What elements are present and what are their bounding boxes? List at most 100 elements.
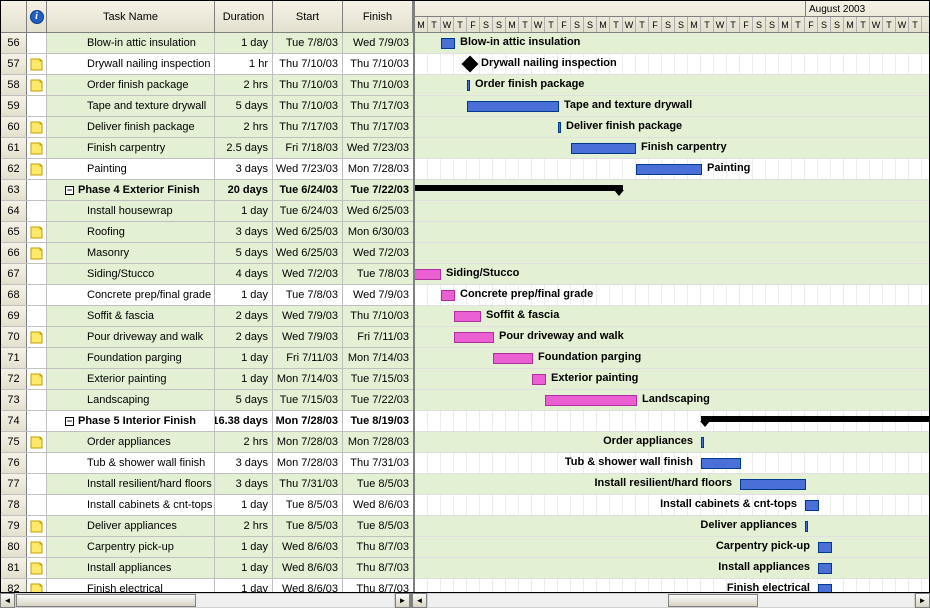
note-cell[interactable] (27, 558, 47, 578)
note-cell[interactable] (27, 432, 47, 452)
gantt-row[interactable]: Finish electrical (415, 579, 929, 592)
table-row[interactable]: 74−Phase 5 Interior Finish16.38 daysMon … (1, 411, 413, 432)
task-name-cell[interactable]: Install appliances (47, 558, 215, 578)
cell-start[interactable]: Tue 7/8/03 (273, 33, 343, 53)
task-name-cell[interactable]: Foundation parging (47, 348, 215, 368)
cell-start[interactable]: Fri 7/18/03 (273, 138, 343, 158)
gantt-row[interactable]: Painting (415, 159, 929, 180)
gantt-row[interactable] (415, 411, 929, 432)
cell-finish[interactable]: Tue 7/22/03 (343, 390, 413, 410)
task-bar[interactable] (467, 80, 470, 91)
row-number[interactable]: 75 (1, 432, 27, 452)
gantt-row[interactable]: Install appliances (415, 558, 929, 579)
cell-start[interactable]: Tue 7/8/03 (273, 285, 343, 305)
cell-start[interactable]: Wed 8/6/03 (273, 558, 343, 578)
task-name-cell[interactable]: Soffit & fascia (47, 306, 215, 326)
task-bar[interactable] (545, 395, 637, 406)
header-duration[interactable]: Duration (215, 1, 273, 32)
cell-dur[interactable]: 5 days (215, 243, 273, 263)
note-cell[interactable] (27, 453, 47, 473)
cell-finish[interactable]: Tue 8/5/03 (343, 516, 413, 536)
note-cell[interactable] (27, 75, 47, 95)
task-bar[interactable] (636, 164, 702, 175)
summary-bar[interactable] (415, 185, 623, 191)
row-number[interactable]: 60 (1, 117, 27, 137)
cell-finish[interactable]: Mon 7/14/03 (343, 348, 413, 368)
cell-finish[interactable]: Tue 7/22/03 (343, 180, 413, 200)
cell-start[interactable]: Fri 7/11/03 (273, 348, 343, 368)
note-cell[interactable] (27, 138, 47, 158)
task-name-cell[interactable]: Siding/Stucco (47, 264, 215, 284)
note-cell[interactable] (27, 96, 47, 116)
cell-dur[interactable]: 1 day (215, 348, 273, 368)
task-bar[interactable] (740, 479, 806, 490)
cell-dur[interactable]: 1 hr (215, 54, 273, 74)
right-hscroll[interactable]: ◄ ► (412, 593, 930, 608)
milestone-marker[interactable] (462, 56, 479, 73)
note-cell[interactable] (27, 390, 47, 410)
task-bar[interactable] (467, 101, 559, 112)
scroll-left-icon[interactable]: ◄ (0, 593, 15, 608)
gantt-row[interactable]: Blow-in attic insulation (415, 33, 929, 54)
row-number[interactable]: 63 (1, 180, 27, 200)
cell-start[interactable]: Thu 7/10/03 (273, 75, 343, 95)
row-number[interactable]: 68 (1, 285, 27, 305)
gantt-timescale[interactable]: August 2003 MTWTFSSMTWTFSSMTWTFSSMTWTFSS… (415, 1, 929, 33)
row-number[interactable]: 72 (1, 369, 27, 389)
cell-start[interactable]: Thu 7/17/03 (273, 117, 343, 137)
row-number[interactable]: 81 (1, 558, 27, 578)
cell-start[interactable]: Wed 7/9/03 (273, 306, 343, 326)
note-cell[interactable] (27, 306, 47, 326)
cell-finish[interactable]: Wed 7/2/03 (343, 243, 413, 263)
gantt-row[interactable]: Concrete prep/final grade (415, 285, 929, 306)
cell-finish[interactable]: Tue 7/15/03 (343, 369, 413, 389)
task-name-cell[interactable]: Install housewrap (47, 201, 215, 221)
task-bar[interactable] (415, 269, 441, 280)
note-cell[interactable] (27, 159, 47, 179)
cell-dur[interactable]: 5 days (215, 96, 273, 116)
note-cell[interactable] (27, 180, 47, 200)
note-cell[interactable] (27, 579, 47, 592)
table-row[interactable]: 63−Phase 4 Exterior Finish20 daysTue 6/2… (1, 180, 413, 201)
cell-dur[interactable]: 2 hrs (215, 117, 273, 137)
task-name-cell[interactable]: Painting (47, 159, 215, 179)
cell-finish[interactable]: Thu 7/31/03 (343, 453, 413, 473)
cell-finish[interactable]: Thu 7/17/03 (343, 117, 413, 137)
gantt-row[interactable]: Tape and texture drywall (415, 96, 929, 117)
table-row[interactable]: 64Install housewrap1 dayTue 6/24/03Wed 6… (1, 201, 413, 222)
task-bar[interactable] (701, 437, 704, 448)
gantt-row[interactable]: Exterior painting (415, 369, 929, 390)
scroll-left-icon[interactable]: ◄ (412, 593, 427, 608)
row-number[interactable]: 59 (1, 96, 27, 116)
gantt-row[interactable] (415, 243, 929, 264)
row-number[interactable]: 80 (1, 537, 27, 557)
cell-start[interactable]: Tue 8/5/03 (273, 516, 343, 536)
table-row[interactable]: 78Install cabinets & cnt-tops1 dayTue 8/… (1, 495, 413, 516)
cell-finish[interactable]: Mon 7/28/03 (343, 159, 413, 179)
cell-dur[interactable]: 1 day (215, 201, 273, 221)
cell-finish[interactable]: Tue 8/19/03 (343, 411, 413, 431)
gantt-row[interactable]: Landscaping (415, 390, 929, 411)
task-name-cell[interactable]: Drywall nailing inspection (47, 54, 215, 74)
note-cell[interactable] (27, 495, 47, 515)
note-cell[interactable] (27, 369, 47, 389)
cell-finish[interactable]: Wed 7/23/03 (343, 138, 413, 158)
gantt-row[interactable]: Install cabinets & cnt-tops (415, 495, 929, 516)
row-number[interactable]: 57 (1, 54, 27, 74)
task-name-cell[interactable]: Finish carpentry (47, 138, 215, 158)
table-row[interactable]: 75Order appliances2 hrsMon 7/28/03Mon 7/… (1, 432, 413, 453)
note-cell[interactable] (27, 201, 47, 221)
cell-dur[interactable]: 3 days (215, 474, 273, 494)
collapse-icon[interactable]: − (65, 186, 74, 195)
cell-dur[interactable]: 2 days (215, 327, 273, 347)
cell-finish[interactable]: Thu 7/10/03 (343, 54, 413, 74)
table-row[interactable]: 57 Drywall nailing inspection1 hr Thu 7/10… (1, 54, 413, 75)
cell-dur[interactable]: 5 days (215, 390, 273, 410)
gantt-row[interactable]: Pour driveway and walk (415, 327, 929, 348)
task-name-cell[interactable]: −Phase 4 Exterior Finish (47, 180, 215, 200)
cell-dur[interactable]: 2 hrs (215, 516, 273, 536)
row-number[interactable]: 67 (1, 264, 27, 284)
task-name-cell[interactable]: Install resilient/hard floors (47, 474, 215, 494)
table-row[interactable]: 76Tub & shower wall finish3 daysMon 7/28… (1, 453, 413, 474)
cell-start[interactable]: Mon 7/14/03 (273, 369, 343, 389)
